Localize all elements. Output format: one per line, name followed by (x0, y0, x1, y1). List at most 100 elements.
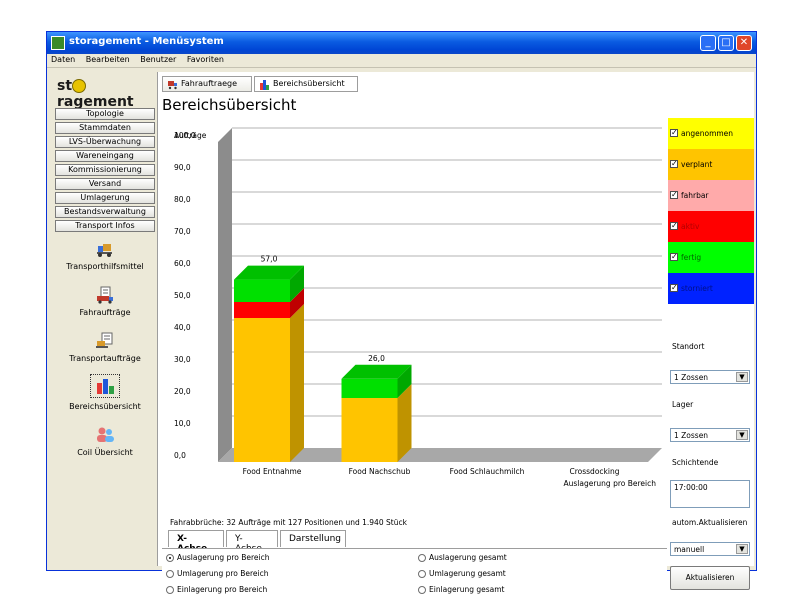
chevron-down-icon: ▼ (736, 372, 748, 382)
schichtende-input[interactable]: 17:00:00 (670, 480, 750, 508)
sidebar-icon-bereichsuebersicht[interactable]: Bereichsübersicht (55, 374, 155, 411)
sidebar-item-transport-infos[interactable]: Transport Infos (55, 220, 155, 232)
y-tick-label: 60,0 (174, 259, 191, 268)
y-tick-label: 10,0 (174, 419, 191, 428)
legend-checkbox[interactable]: ✓ (670, 191, 678, 199)
radio-auslagerung-bereich[interactable]: Auslagerung pro Bereich (166, 553, 270, 562)
sidebar-icon-label: Bereichsübersicht (69, 402, 141, 411)
sidebar-icon-transporthilfsmittel[interactable]: Transporthilfsmittel (55, 240, 155, 271)
radio-einlagerung-gesamt[interactable]: Einlagerung gesamt (418, 585, 505, 594)
minimize-button[interactable]: _ (700, 35, 716, 51)
x-axis-title: Auslagerung pro Bereich (564, 479, 657, 488)
tab-bereichsuebersicht[interactable]: Bereichsübersicht (254, 76, 358, 92)
sidebar-item-wareneingang[interactable]: Wareneingang (55, 150, 155, 162)
radio-einlagerung-bereich[interactable]: Einlagerung pro Bereich (166, 585, 267, 594)
bar-segment-fertig (234, 279, 290, 302)
radio-label: Einlagerung gesamt (429, 585, 505, 594)
bar-chart-icon (260, 80, 269, 90)
x-tick-label: Food Schlauchmilch (450, 467, 525, 476)
lager-select[interactable]: 1 Zossen ▼ (670, 428, 750, 442)
main-panel: Fahrauftraege Bereichsübersicht Bereichs… (157, 72, 754, 608)
legend-checkbox[interactable]: ✓ (670, 284, 678, 292)
coil-users-icon (97, 427, 114, 442)
logo-text-left: st (57, 78, 73, 94)
subtab-y-achse[interactable]: Y-Achse (226, 530, 278, 554)
legend-item-verplant[interactable]: ✓ verplant (668, 149, 754, 180)
transport-order-icon (96, 332, 113, 348)
radio-auslagerung-gesamt[interactable]: Auslagerung gesamt (418, 553, 507, 562)
bar-chart-icon (97, 379, 114, 394)
radio-label: Auslagerung pro Bereich (177, 553, 270, 562)
truck-list-icon (97, 286, 113, 304)
auto-refresh-select[interactable]: manuell ▼ (670, 542, 750, 556)
radio-dot (418, 586, 426, 594)
radio-umlagerung-gesamt[interactable]: Umlagerung gesamt (418, 569, 506, 578)
close-button[interactable]: ✕ (736, 35, 752, 51)
radio-dot (418, 554, 426, 562)
app-icon (51, 36, 65, 50)
radio-dot (166, 554, 174, 562)
x-tick-label: Crossdocking (570, 467, 620, 476)
sidebar-icon-transportauftraege[interactable]: Transportaufträge (55, 332, 155, 363)
sidebar: stragement Topologie Stammdaten LVS-Über… (51, 72, 157, 566)
subtab-darstellung[interactable]: Darstellung (280, 530, 346, 547)
truck-icon (168, 81, 177, 90)
legend-checkbox[interactable]: ✓ (670, 160, 678, 168)
tab-label: Fahrauftraege (181, 79, 238, 88)
legend-item-angenommen[interactable]: ✓ angenommen (668, 118, 754, 149)
maximize-button[interactable]: □ (718, 35, 734, 51)
x-tick-label: Food Entnahme (243, 467, 302, 476)
legend-item-aktiv[interactable]: ✓ aktiv (668, 211, 754, 242)
tab-label: Bereichsübersicht (273, 79, 345, 88)
y-tick-label: 40,0 (174, 323, 191, 332)
chevron-down-icon: ▼ (736, 430, 748, 440)
legend-label: aktiv (681, 222, 700, 231)
page-title: Bereichsübersicht (162, 96, 297, 114)
sidebar-item-kommissionierung[interactable]: Kommissionierung (55, 164, 155, 176)
sidebar-icon-label: Coil Übersicht (77, 448, 133, 457)
y-tick-label: 80,0 (174, 195, 191, 204)
app-window: storagement - Menüsystem _ □ ✕ Daten Bea… (46, 31, 757, 608)
radio-dot (418, 570, 426, 578)
standort-select[interactable]: 1 Zossen ▼ (670, 370, 750, 384)
menu-bearbeiten[interactable]: Bearbeiten (82, 54, 134, 65)
sidebar-item-stammdaten[interactable]: Stammdaten (55, 122, 155, 134)
legend-item-fahrbar[interactable]: ✓ fahrbar (668, 180, 754, 211)
bar-segment-verplant (234, 318, 290, 462)
menu-daten[interactable]: Daten (47, 54, 79, 65)
radio-umlagerung-bereich[interactable]: Umlagerung pro Bereich (166, 569, 269, 578)
sidebar-item-bestandsverwaltung[interactable]: Bestandsverwaltung (55, 206, 155, 218)
bar-side-verplant (290, 304, 304, 462)
sidebar-icon-coil-uebersicht[interactable]: Coil Übersicht (55, 426, 155, 457)
title-bar[interactable]: storagement - Menüsystem _ □ ✕ (47, 32, 756, 54)
legend-item-fertig[interactable]: ✓ fertig (668, 242, 754, 273)
lager-value: 1 Zossen (674, 431, 709, 440)
bar-segment-fertig (341, 378, 398, 398)
sidebar-item-umlagerung[interactable]: Umlagerung (55, 192, 155, 204)
bar-chart: 0,010,020,030,040,050,060,070,080,090,01… (174, 127, 662, 488)
y-axis-label: Aufträge (174, 131, 207, 140)
sidebar-item-versand[interactable]: Versand (55, 178, 155, 190)
menu-benutzer[interactable]: Benutzer (136, 54, 180, 65)
legend-checkbox[interactable]: ✓ (670, 129, 678, 137)
radio-label: Umlagerung gesamt (429, 569, 506, 578)
sidebar-item-lvs-ueberwachung[interactable]: LVS-Überwachung (55, 136, 155, 148)
chart-footnote: Fahrabbrüche: 32 Aufträge mit 127 Positi… (170, 518, 407, 527)
radio-label: Einlagerung pro Bereich (177, 585, 268, 594)
schichtende-label: Schichtende (672, 458, 719, 467)
legend-checkbox[interactable]: ✓ (670, 222, 678, 230)
window-title: storagement - Menüsystem (69, 36, 224, 47)
tab-fahrauftraege[interactable]: Fahrauftraege (162, 76, 252, 92)
legend-item-storniert[interactable]: ✓ storniert (668, 273, 754, 304)
sidebar-icon-fahrauftraege[interactable]: Fahraufträge (55, 286, 155, 317)
radio-label: Umlagerung pro Bereich (177, 569, 269, 578)
y-tick-label: 50,0 (174, 291, 191, 300)
subtab-x-achse[interactable]: X-Achse (168, 530, 224, 554)
refresh-button[interactable]: Aktualisieren (670, 566, 750, 590)
bar-segment-verplant (341, 398, 398, 462)
sidebar-item-topologie[interactable]: Topologie (55, 108, 155, 120)
chevron-down-icon: ▼ (736, 544, 748, 554)
menu-favoriten[interactable]: Favoriten (183, 54, 228, 65)
standort-label: Standort (672, 342, 705, 351)
legend-checkbox[interactable]: ✓ (670, 253, 678, 261)
